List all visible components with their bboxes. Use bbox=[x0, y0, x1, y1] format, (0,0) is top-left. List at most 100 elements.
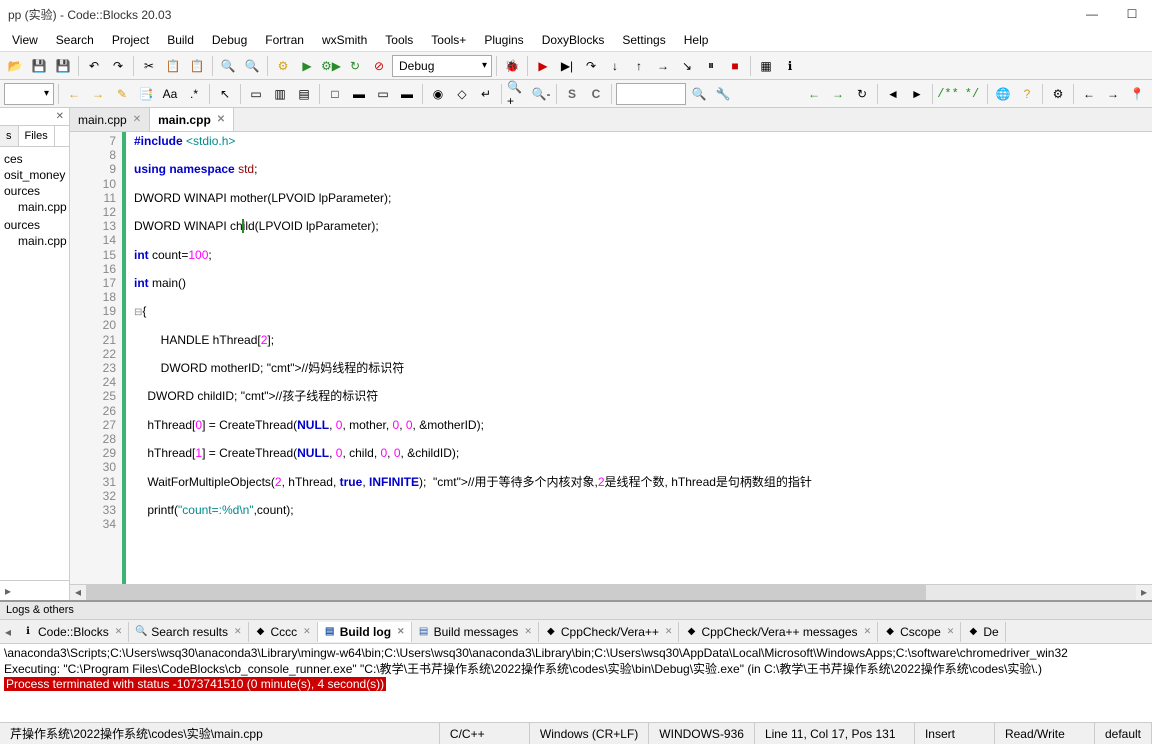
copy-icon[interactable]: 📋 bbox=[162, 55, 184, 77]
stop-icon[interactable]: ■ bbox=[724, 55, 746, 77]
jump-fwd-icon[interactable]: → bbox=[87, 83, 109, 105]
menu-plugins[interactable]: Plugins bbox=[476, 30, 531, 50]
menu-build[interactable]: Build bbox=[159, 30, 202, 50]
scope-dropdown[interactable] bbox=[4, 83, 54, 105]
block4-icon[interactable]: ▬ bbox=[348, 83, 370, 105]
menu-debug[interactable]: Debug bbox=[204, 30, 255, 50]
project-tree[interactable]: ces osit_money ources main.cpp ources ma… bbox=[0, 147, 69, 580]
scroll-left-icon[interactable]: ◂ bbox=[70, 585, 86, 600]
log-tab-search[interactable]: 🔍Search results✕ bbox=[129, 622, 248, 642]
block3-icon[interactable]: □ bbox=[324, 83, 346, 105]
menu-view[interactable]: View bbox=[4, 30, 46, 50]
tree-item-file[interactable]: main.cpp bbox=[2, 199, 67, 215]
step-instr-icon[interactable]: ↘ bbox=[676, 55, 698, 77]
build-run-icon[interactable]: ⚙▶ bbox=[320, 55, 342, 77]
tree-item[interactable]: ources bbox=[2, 217, 67, 233]
rebuild-icon[interactable]: ↻ bbox=[344, 55, 366, 77]
sidebar-tab-files[interactable]: Files bbox=[19, 126, 55, 146]
arrow-right-icon[interactable]: → bbox=[1102, 83, 1124, 105]
menu-wxsmith[interactable]: wxSmith bbox=[314, 30, 375, 50]
abort-icon[interactable]: ⊘ bbox=[368, 55, 390, 77]
toggle1-icon[interactable]: ▥ bbox=[269, 83, 291, 105]
nav-prev2-icon[interactable]: ◄ bbox=[882, 83, 904, 105]
replace-icon[interactable]: 🔍 bbox=[241, 55, 263, 77]
break2-icon[interactable]: ◉ bbox=[427, 83, 449, 105]
file-tab[interactable]: main.cpp ✕ bbox=[70, 108, 150, 131]
tree-item-file[interactable]: main.cpp bbox=[2, 233, 67, 249]
next-line-icon[interactable]: ↷ bbox=[580, 55, 602, 77]
zoom-out-icon[interactable]: 🔍- bbox=[530, 83, 552, 105]
menu-doxyblocks[interactable]: DoxyBlocks bbox=[534, 30, 613, 50]
jump-back-icon[interactable]: ← bbox=[63, 83, 85, 105]
redo-icon[interactable]: ↷ bbox=[107, 55, 129, 77]
open-icon[interactable]: 📂 bbox=[4, 55, 26, 77]
return-icon[interactable]: ↵ bbox=[475, 83, 497, 105]
info-icon[interactable]: ℹ bbox=[779, 55, 801, 77]
debug-icon[interactable]: 🐞 bbox=[501, 55, 523, 77]
search-prev-icon[interactable]: 🔍 bbox=[688, 83, 710, 105]
save-icon[interactable]: 💾 bbox=[28, 55, 50, 77]
nav-prev-icon[interactable]: ← bbox=[803, 83, 825, 105]
cut-icon[interactable]: ✂ bbox=[138, 55, 160, 77]
arrow-left-icon[interactable]: ← bbox=[1078, 83, 1100, 105]
nav-next2-icon[interactable]: ► bbox=[906, 83, 928, 105]
break-icon[interactable]: ⏸ bbox=[700, 55, 722, 77]
debug-continue-icon[interactable]: ▶ bbox=[532, 55, 554, 77]
save-all-icon[interactable]: 💾 bbox=[52, 55, 74, 77]
horizontal-scrollbar[interactable]: ◂ ▸ bbox=[70, 584, 1152, 600]
log-tab-cppcheck[interactable]: ◆CppCheck/Vera++✕ bbox=[539, 622, 680, 642]
find-icon[interactable]: 🔍 bbox=[217, 55, 239, 77]
run-icon[interactable]: ▶ bbox=[296, 55, 318, 77]
select-icon[interactable]: ↖ bbox=[214, 83, 236, 105]
cond-icon[interactable]: ◇ bbox=[451, 83, 473, 105]
gear-icon[interactable]: ⚙ bbox=[1047, 83, 1069, 105]
log-tab-buildmsg[interactable]: ▤Build messages✕ bbox=[412, 622, 539, 642]
log-tab-cccc[interactable]: ◆Cccc✕ bbox=[249, 622, 318, 642]
close-icon[interactable]: ✕ bbox=[524, 626, 532, 637]
menu-fortran[interactable]: Fortran bbox=[257, 30, 312, 50]
menu-tools-plus[interactable]: Tools+ bbox=[423, 30, 474, 50]
build-icon[interactable]: ⚙ bbox=[272, 55, 294, 77]
close-icon[interactable]: ✕ bbox=[947, 626, 955, 637]
close-icon[interactable]: ✕ bbox=[303, 626, 311, 637]
menu-project[interactable]: Project bbox=[104, 30, 157, 50]
build-target-dropdown[interactable]: Debug bbox=[392, 55, 492, 77]
block5-icon[interactable]: ▭ bbox=[372, 83, 394, 105]
block-icon[interactable]: ▭ bbox=[245, 83, 267, 105]
step-into-icon[interactable]: ↓ bbox=[604, 55, 626, 77]
close-icon[interactable]: ✕ bbox=[133, 114, 141, 125]
nav-next-icon[interactable]: → bbox=[827, 83, 849, 105]
log-tab-debug[interactable]: ◆De bbox=[961, 622, 1005, 642]
code-content[interactable]: #include <stdio.h>using namespace std;DW… bbox=[126, 132, 1152, 584]
log-tab-codeblocks[interactable]: ℹCode::Blocks✕ bbox=[16, 622, 129, 642]
menu-tools[interactable]: Tools bbox=[377, 30, 421, 50]
maximize-button[interactable]: ☐ bbox=[1120, 2, 1144, 26]
close-icon[interactable]: ✕ bbox=[115, 626, 123, 637]
close-icon[interactable]: ✕ bbox=[864, 626, 872, 637]
block6-icon[interactable]: ▬ bbox=[396, 83, 418, 105]
menu-help[interactable]: Help bbox=[676, 30, 717, 50]
scroll-right-icon[interactable]: ▸ bbox=[1136, 585, 1152, 600]
tree-item[interactable]: ces bbox=[2, 151, 67, 167]
scroll-thumb[interactable] bbox=[86, 585, 926, 600]
close-icon[interactable]: ✕ bbox=[665, 626, 673, 637]
minimize-button[interactable]: — bbox=[1080, 2, 1104, 26]
source-icon[interactable]: S bbox=[561, 83, 583, 105]
help-icon[interactable]: ? bbox=[1016, 83, 1038, 105]
run-to-cursor-icon[interactable]: ▶| bbox=[556, 55, 578, 77]
search-next-icon[interactable]: 🔧 bbox=[712, 83, 734, 105]
regex-icon[interactable]: .* bbox=[183, 83, 205, 105]
sidebar-tab-symbols[interactable]: s bbox=[0, 126, 19, 146]
step-out-icon[interactable]: ↑ bbox=[628, 55, 650, 77]
undo-icon[interactable]: ↶ bbox=[83, 55, 105, 77]
code-editor[interactable]: 7891011121314151617181920212223242526272… bbox=[70, 132, 1152, 584]
tree-item[interactable]: osit_money bbox=[2, 167, 67, 183]
class-icon[interactable]: C bbox=[585, 83, 607, 105]
search-input[interactable] bbox=[616, 83, 686, 105]
zoom-in-icon[interactable]: 🔍+ bbox=[506, 83, 528, 105]
last-icon[interactable]: ↻ bbox=[851, 83, 873, 105]
paste-icon[interactable]: 📋 bbox=[186, 55, 208, 77]
bookmark-icon[interactable]: 📑 bbox=[135, 83, 157, 105]
debug-windows-icon[interactable]: ▦ bbox=[755, 55, 777, 77]
log-tab-buildlog[interactable]: ▤Build log✕ bbox=[318, 622, 412, 642]
